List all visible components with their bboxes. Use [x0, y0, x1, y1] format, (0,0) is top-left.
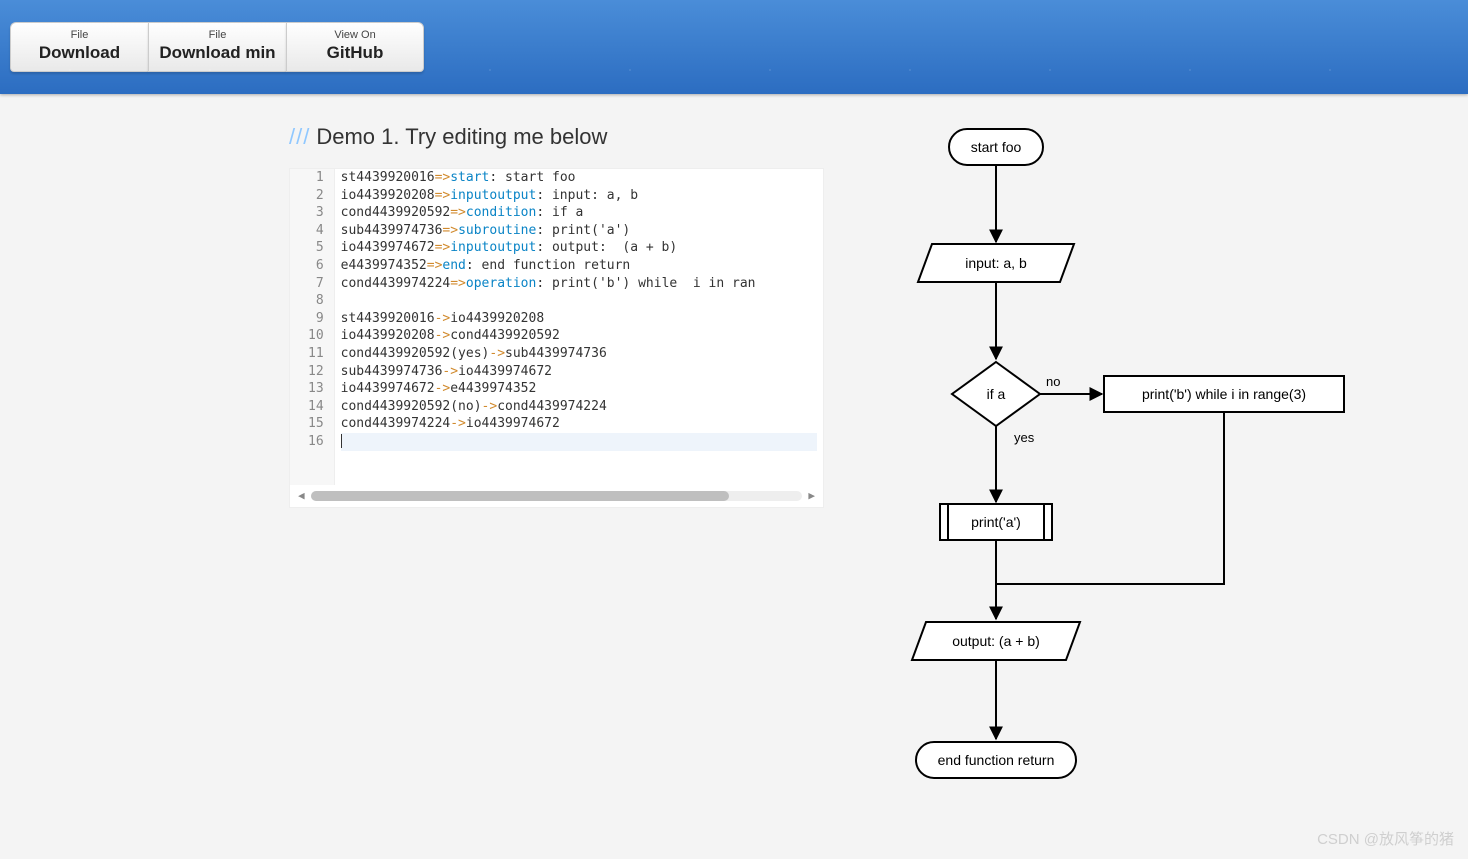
button-title: Download — [39, 41, 120, 65]
button-subtitle: View On — [334, 30, 375, 41]
download-button[interactable]: File Download — [10, 22, 148, 72]
code-line[interactable]: io4439920208->cond4439920592 — [341, 327, 817, 345]
header-button-group: File Download File Download min View On … — [10, 22, 424, 72]
scroll-left-icon[interactable]: ◀ — [298, 487, 305, 505]
code-line[interactable]: st4439920016->io4439920208 — [341, 310, 817, 328]
button-title: Download min — [159, 41, 275, 65]
header-bar: File Download File Download min View On … — [0, 0, 1468, 94]
code-line[interactable]: cond4439974224=>operation: print('b') wh… — [341, 275, 817, 293]
flow-sub: print('a') — [971, 514, 1021, 530]
editor-horizontal-scrollbar[interactable]: ◀ ▶ — [290, 485, 823, 507]
code-line[interactable]: e4439974352=>end: end function return — [341, 257, 817, 275]
editor-code-area[interactable]: st4439920016=>start: start fooio44399202… — [335, 169, 823, 485]
flow-start: start foo — [971, 139, 1022, 155]
scroll-track[interactable] — [311, 491, 803, 501]
code-line[interactable]: io4439974672=>inputoutput: output: (a + … — [341, 239, 817, 257]
flow-end: end function return — [938, 752, 1055, 768]
flow-op: print('b') while i in range(3) — [1142, 386, 1306, 402]
code-line[interactable]: sub4439974736->io4439974672 — [341, 363, 817, 381]
code-line[interactable] — [341, 292, 817, 310]
flowchart-canvas: start foo input: a, b if a yes no print(… — [884, 124, 1404, 849]
flow-input: input: a, b — [965, 255, 1027, 271]
scroll-thumb[interactable] — [311, 491, 729, 501]
code-line[interactable] — [341, 433, 817, 451]
watermark: CSDN @放风筝的猪 — [1317, 828, 1454, 849]
demo-heading: /// Demo 1. Try editing me below — [289, 124, 824, 150]
button-subtitle: File — [209, 30, 227, 41]
code-line[interactable]: io4439974672->e4439974352 — [341, 380, 817, 398]
flow-no-label: no — [1046, 374, 1060, 389]
code-line[interactable]: io4439920208=>inputoutput: input: a, b — [341, 187, 817, 205]
code-line[interactable]: cond4439974224->io4439974672 — [341, 415, 817, 433]
code-editor[interactable]: 12345678910111213141516 st4439920016=>st… — [289, 168, 824, 508]
code-line[interactable]: cond4439920592(yes)->sub4439974736 — [341, 345, 817, 363]
scroll-right-icon[interactable]: ▶ — [808, 487, 815, 505]
heading-text: Demo 1. Try editing me below — [316, 124, 607, 149]
editor-gutter: 12345678910111213141516 — [290, 169, 335, 485]
download-min-button[interactable]: File Download min — [148, 22, 286, 72]
button-title: GitHub — [327, 41, 384, 65]
code-line[interactable]: st4439920016=>start: start foo — [341, 169, 817, 187]
code-line[interactable]: sub4439974736=>subroutine: print('a') — [341, 222, 817, 240]
flow-output: output: (a + b) — [952, 633, 1040, 649]
button-subtitle: File — [71, 30, 89, 41]
code-line[interactable]: cond4439920592=>condition: if a — [341, 204, 817, 222]
flow-cond: if a — [987, 386, 1006, 402]
github-button[interactable]: View On GitHub — [286, 22, 424, 72]
code-line[interactable]: cond4439920592(no)->cond4439974224 — [341, 398, 817, 416]
heading-slashes: /// — [289, 124, 310, 149]
flow-yes-label: yes — [1014, 430, 1035, 445]
